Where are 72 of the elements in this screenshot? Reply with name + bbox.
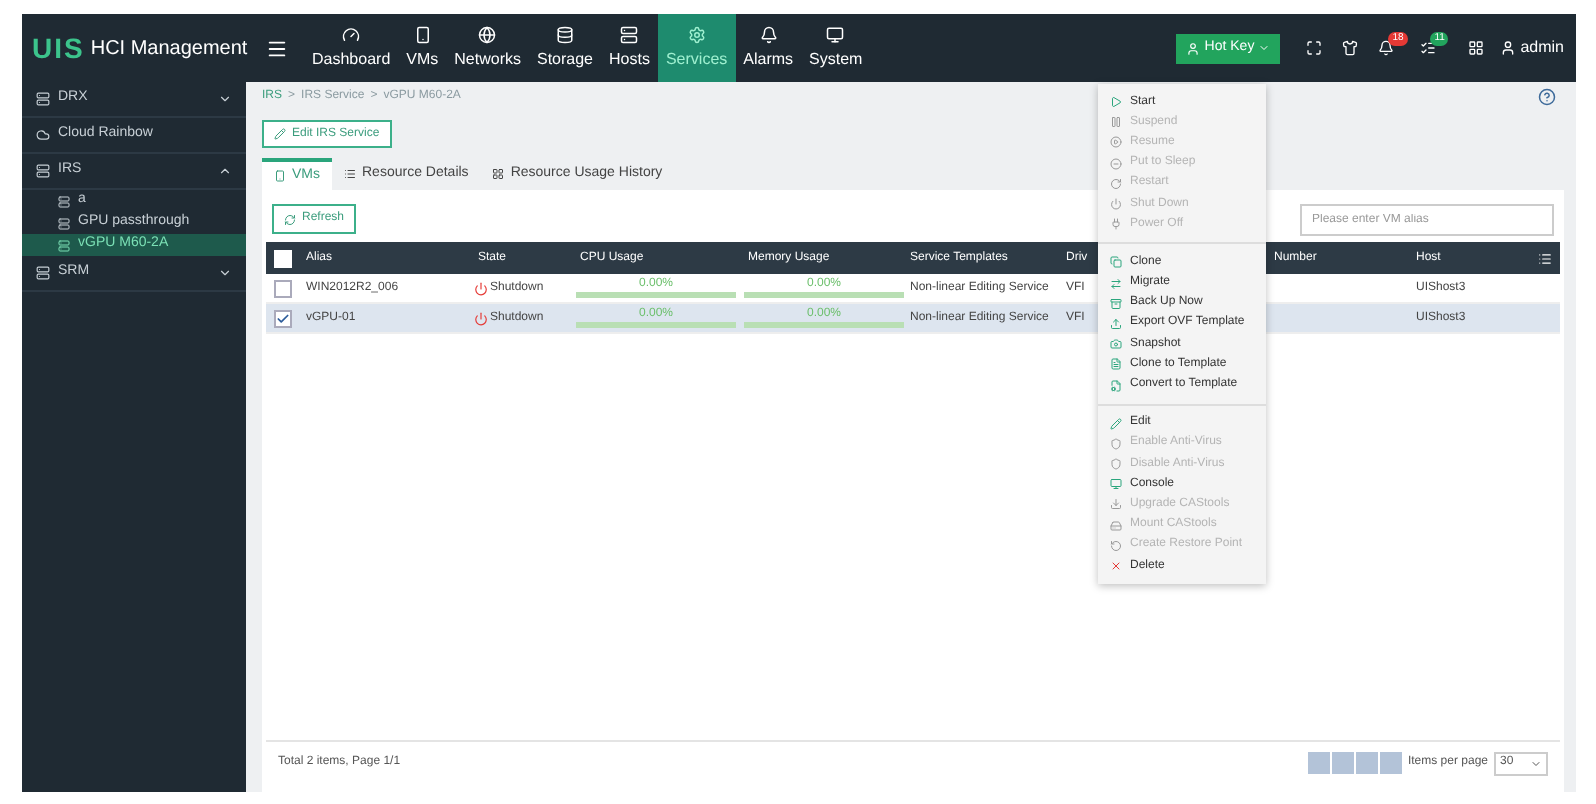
server-icon (620, 25, 639, 43)
fullscreen-icon[interactable] (1306, 40, 1323, 56)
grid-icon (492, 168, 505, 180)
copy-icon (1110, 256, 1122, 269)
power-icon (1110, 198, 1122, 211)
help-icon[interactable] (1538, 88, 1556, 106)
nav-tab[interactable]: Dashboard (304, 14, 399, 82)
gauge-icon (342, 25, 361, 43)
server-icon (58, 239, 70, 251)
rotate-icon (1110, 539, 1122, 552)
task-icon[interactable] (1420, 40, 1437, 56)
chevron-down-icon (218, 92, 232, 106)
server-icon (36, 92, 50, 106)
shield-icon (1110, 437, 1122, 450)
phone-icon (274, 170, 286, 182)
minus-icon (1110, 157, 1122, 170)
shirt-icon[interactable] (1342, 40, 1359, 56)
plug-icon (1110, 218, 1122, 231)
pause-icon (1110, 116, 1122, 129)
server-icon (58, 195, 70, 207)
download-icon (1110, 498, 1122, 511)
database-icon (556, 25, 574, 43)
close-icon (1110, 560, 1122, 573)
nav-tab[interactable]: System (801, 14, 871, 82)
user-name[interactable]: admin (1520, 36, 1564, 60)
nav-tab[interactable]: Hosts (601, 14, 658, 82)
rotate-icon (1110, 177, 1122, 190)
gear-icon (687, 25, 706, 43)
caret-icon (1530, 757, 1542, 769)
caret-icon (1258, 42, 1271, 54)
play-icon (1110, 136, 1122, 149)
shutdown-icon (474, 281, 488, 295)
bell-icon (759, 25, 778, 43)
monitor-icon (826, 25, 845, 43)
user-icon[interactable] (1500, 40, 1517, 56)
server-icon (36, 164, 50, 178)
globe-icon (478, 25, 497, 43)
pencil-icon (1110, 417, 1122, 430)
play-icon (1110, 96, 1122, 109)
document-icon (1110, 358, 1122, 371)
nav-tab[interactable]: Storage (528, 14, 602, 82)
phone-icon (413, 25, 432, 43)
cloud-icon (36, 128, 50, 142)
nav-tab[interactable]: VMs (398, 14, 447, 82)
pencil-icon (274, 128, 286, 140)
server-icon (58, 217, 70, 229)
shutdown-icon (474, 311, 488, 325)
menu-icon[interactable] (266, 37, 288, 59)
document-icon (1110, 379, 1122, 392)
app-title: HCI Management (90, 35, 248, 63)
swap-icon (1110, 277, 1122, 290)
logo: UIS (32, 29, 85, 67)
user-icon (1186, 41, 1201, 55)
chevron-up-icon (218, 164, 232, 178)
checkbox[interactable] (274, 279, 292, 297)
column-menu-icon[interactable] (1538, 251, 1552, 265)
nav-tab[interactable]: Networks (446, 14, 529, 82)
chevron-down-icon (218, 266, 232, 280)
server-icon (36, 266, 50, 280)
shield-icon (1110, 458, 1122, 471)
checkbox[interactable] (274, 309, 292, 327)
camera-icon (1110, 338, 1122, 351)
nav-tab[interactable]: Alarms (735, 14, 802, 82)
list-icon (344, 168, 356, 180)
monitor-icon (1110, 478, 1122, 491)
archive-icon (1110, 297, 1122, 310)
upload-icon (1110, 317, 1122, 330)
layout-icon[interactable] (1468, 40, 1485, 56)
check-icon (276, 311, 290, 325)
bell-icon[interactable] (1378, 40, 1395, 56)
refresh-icon (284, 213, 296, 225)
drive-icon (1110, 519, 1122, 532)
